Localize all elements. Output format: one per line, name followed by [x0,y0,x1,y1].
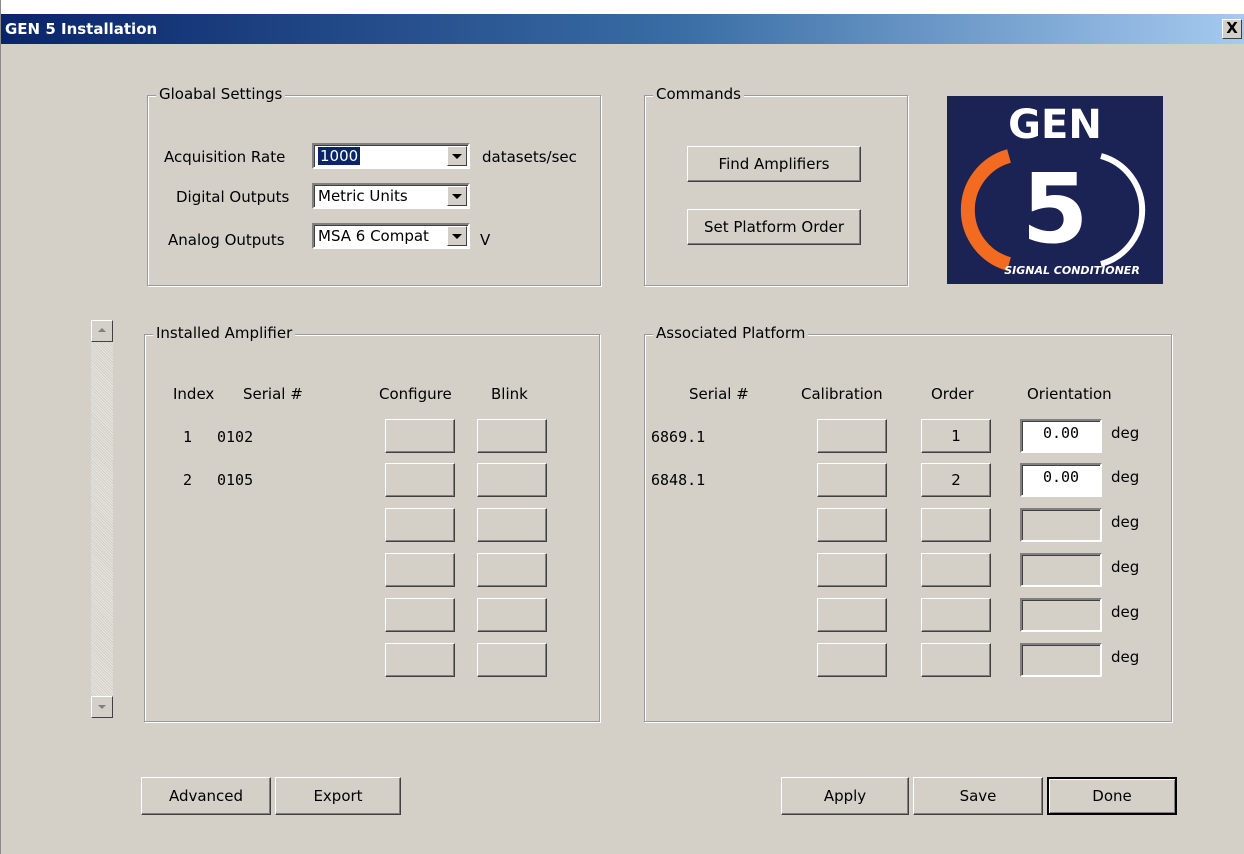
associated-platform-group: Associated Platform Serial # Calibration… [644,324,1172,722]
order-button[interactable] [921,598,991,632]
blink-button[interactable] [477,463,547,497]
order-button[interactable] [921,508,991,542]
done-button[interactable]: Done [1047,777,1177,815]
blink-button[interactable] [477,643,547,677]
chevron-down-icon[interactable] [447,146,467,166]
set-platform-order-button[interactable]: Set Platform Order [687,209,861,245]
scroll-up-button[interactable] [91,320,113,342]
configure-button[interactable] [385,419,455,453]
digital-outputs-label: Digital Outputs [176,188,290,206]
header-platform-serial: Serial # [689,385,749,403]
order-button[interactable]: 1 [921,419,991,453]
orientation-field[interactable]: 0.00 [1020,463,1102,497]
blink-button[interactable] [477,508,547,542]
apply-button[interactable]: Apply [781,777,909,815]
vertical-scrollbar[interactable] [91,320,113,718]
configure-button[interactable] [385,553,455,587]
amplifier-index: 1 [183,428,193,446]
order-button[interactable] [921,553,991,587]
calibration-button[interactable] [817,419,887,453]
header-blink: Blink [491,385,528,403]
header-index: Index [173,385,215,403]
amplifier-serial: 0102 [217,428,254,446]
acquisition-rate-label: Acquisition Rate [164,148,286,166]
analog-outputs-select[interactable]: MSA 6 Compat [312,223,470,249]
orientation-unit: deg [1111,424,1140,442]
analog-outputs-label: Analog Outputs [168,231,285,249]
orientation-unit: deg [1111,648,1140,666]
orientation-unit: deg [1111,513,1140,531]
acquisition-rate-unit: datasets/sec [482,148,577,166]
configure-button[interactable] [385,508,455,542]
associated-platform-title: Associated Platform [653,324,809,342]
orientation-unit: deg [1111,603,1140,621]
configure-button[interactable] [385,598,455,632]
global-settings-group: Gloabal Settings Acquisition Rate 1000 d… [147,85,601,286]
logo-brand: GEN [1008,102,1102,148]
global-settings-title: Gloabal Settings [156,85,286,103]
installation-window: GEN 5 Installation X Gloabal Settings Ac… [0,0,1244,854]
header-serial: Serial # [243,385,303,403]
close-button[interactable]: X [1222,19,1242,39]
top-strip [1,0,1244,14]
analog-outputs-value: MSA 6 Compat [318,227,429,245]
header-calibration: Calibration [801,385,883,403]
orientation-field[interactable] [1020,508,1102,542]
digital-outputs-select[interactable]: Metric Units [312,183,470,209]
acquisition-rate-value: 1000 [318,147,361,165]
installed-amplifier-group: Installed Amplifier Index Serial # Confi… [144,324,600,722]
calibration-button[interactable] [817,598,887,632]
configure-button[interactable] [385,643,455,677]
commands-title: Commands [653,85,744,103]
calibration-button[interactable] [817,508,887,542]
orientation-field[interactable] [1020,598,1102,632]
blink-button[interactable] [477,553,547,587]
header-orientation: Orientation [1027,385,1112,403]
close-icon: X [1226,19,1238,37]
order-button[interactable]: 2 [921,463,991,497]
acquisition-rate-select[interactable]: 1000 [312,143,470,169]
commands-group: Commands Find Amplifiers Set Platform Or… [644,85,908,286]
amplifier-serial: 0105 [217,471,254,489]
header-configure: Configure [379,385,452,403]
platform-serial: 6848.1 [651,471,706,489]
digital-outputs-value: Metric Units [318,187,408,205]
configure-button[interactable] [385,463,455,497]
blink-button[interactable] [477,419,547,453]
window-title: GEN 5 Installation [5,20,158,38]
calibration-button[interactable] [817,463,887,497]
calibration-button[interactable] [817,553,887,587]
platform-serial: 6869.1 [651,428,706,446]
calibration-button[interactable] [817,643,887,677]
save-button[interactable]: Save [913,777,1043,815]
orientation-field[interactable] [1020,643,1102,677]
title-bar[interactable]: GEN 5 Installation [1,14,1244,44]
header-order: Order [931,385,974,403]
advanced-button[interactable]: Advanced [141,777,271,815]
orientation-unit: deg [1111,558,1140,576]
export-button[interactable]: Export [275,777,401,815]
amplifier-index: 2 [183,471,193,489]
orientation-unit: deg [1111,468,1140,486]
find-amplifiers-button[interactable]: Find Amplifiers [687,146,861,182]
logo-tagline: SIGNAL CONDITIONER [1004,264,1140,277]
analog-outputs-unit: V [480,231,491,249]
installed-amplifier-title: Installed Amplifier [153,324,296,342]
chevron-down-icon[interactable] [447,226,467,246]
chevron-down-icon[interactable] [447,186,467,206]
scroll-track[interactable] [91,342,113,696]
gen5-logo: GEN 5 SIGNAL CONDITIONER [947,96,1163,284]
order-button[interactable] [921,643,991,677]
orientation-field[interactable]: 0.00 [1020,419,1102,453]
scroll-down-button[interactable] [91,696,113,718]
orientation-field[interactable] [1020,553,1102,587]
logo-number: 5 [1022,153,1089,265]
blink-button[interactable] [477,598,547,632]
